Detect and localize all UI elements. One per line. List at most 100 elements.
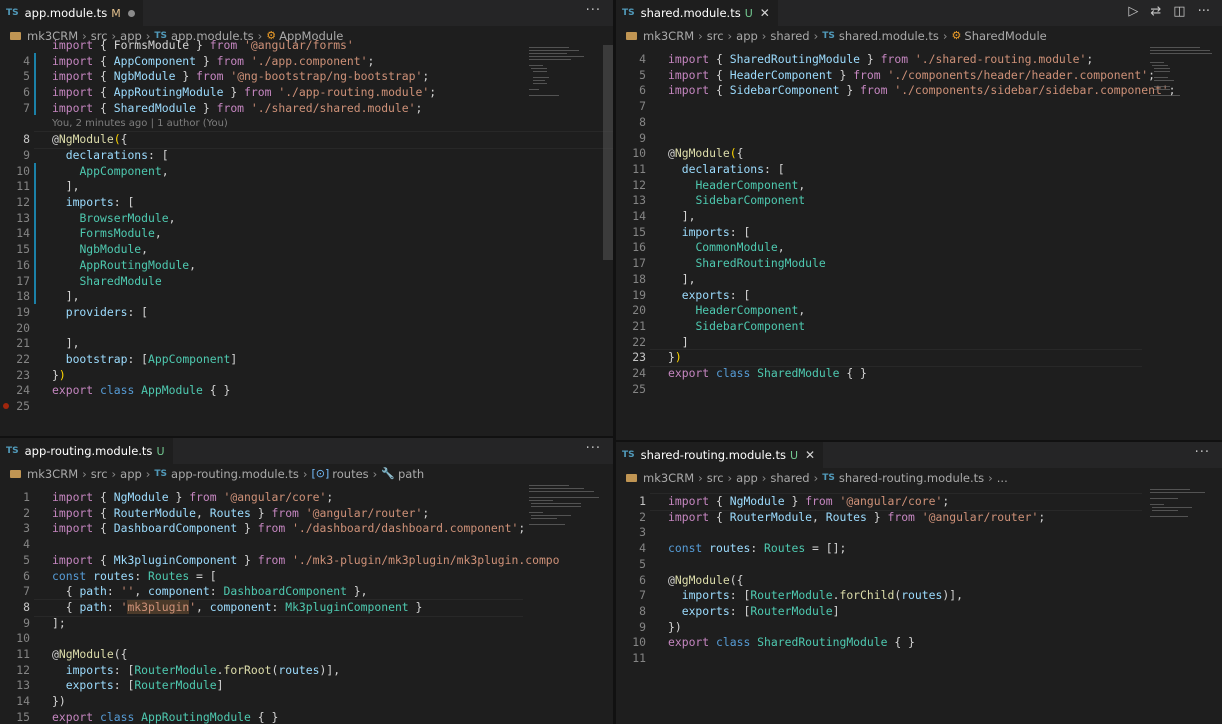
code-line[interactable]: 3 import { DashboardComponent } from './d… bbox=[0, 520, 525, 536]
code-line[interactable]: 25 bbox=[0, 398, 613, 414]
code-line[interactable]: 23}) bbox=[616, 349, 1142, 365]
line-number[interactable]: 11 bbox=[0, 646, 30, 662]
line-number[interactable]: 1 bbox=[0, 489, 30, 505]
unsaved-dot-icon[interactable] bbox=[127, 9, 135, 17]
code-editor[interactable]: 4 import { SharedRoutingModule } from './… bbox=[616, 45, 1175, 440]
tab-shared-routing-module[interactable]: TS shared-routing.module.ts U ✕ bbox=[616, 442, 824, 468]
line-number[interactable]: 11 bbox=[616, 650, 646, 666]
code-editor[interactable]: 1 import { NgModule } from '@angular/core… bbox=[0, 483, 559, 724]
code-line[interactable]: 11 @NgModule({ bbox=[0, 646, 523, 662]
code-line[interactable]: 20 bbox=[0, 320, 613, 336]
code-editor[interactable]: 1 import { NgModule } from '@angular/core… bbox=[616, 487, 1142, 724]
code-line[interactable]: 4 bbox=[0, 536, 523, 552]
code-line[interactable]: 4 const routes: Routes = []; bbox=[616, 540, 1142, 556]
line-number[interactable]: 23 bbox=[0, 367, 30, 383]
code-line[interactable]: 25 bbox=[616, 381, 1142, 397]
code-line[interactable]: 17 SharedModule bbox=[0, 273, 613, 289]
code-line[interactable]: 24 export class AppModule { } bbox=[0, 382, 613, 398]
line-number[interactable]: 6 bbox=[616, 82, 646, 98]
horizontal-splitter-left[interactable] bbox=[0, 436, 613, 438]
code-line[interactable]: 18 ], bbox=[616, 271, 1142, 287]
code-line[interactable]: 2 import { RouterModule, Routes } from '@… bbox=[616, 509, 1142, 525]
code-line[interactable]: 23}) bbox=[0, 367, 613, 383]
line-number[interactable]: 5 bbox=[616, 67, 646, 83]
line-number[interactable]: 19 bbox=[616, 287, 646, 303]
code-line[interactable]: 6 @NgModule({ bbox=[616, 572, 1142, 588]
code-line[interactable]: 13 SidebarComponent bbox=[616, 192, 1142, 208]
breadcrumb-item[interactable]: app bbox=[120, 467, 142, 481]
code-line[interactable]: 11 declarations: [ bbox=[616, 161, 1142, 177]
code-line[interactable]: 15 NgbModule, bbox=[0, 241, 613, 257]
line-number[interactable]: 12 bbox=[0, 662, 30, 678]
line-number[interactable]: 2 bbox=[0, 505, 30, 521]
code-line[interactable]: 21 SidebarComponent bbox=[616, 318, 1142, 334]
line-number[interactable]: 17 bbox=[0, 273, 30, 289]
code-line[interactable]: 14 FormsModule, bbox=[0, 225, 613, 241]
line-number[interactable]: 23 bbox=[616, 349, 646, 365]
breadcrumb-item[interactable]: src bbox=[91, 467, 108, 481]
vertical-splitter[interactable] bbox=[613, 0, 616, 724]
code-line[interactable]: 8 bbox=[616, 114, 1142, 130]
vertical-scrollbar[interactable] bbox=[603, 483, 613, 724]
line-number[interactable]: 12 bbox=[616, 177, 646, 193]
git-blame-annotation[interactable]: You, 2 minutes ago | 1 author (You) bbox=[52, 116, 228, 132]
code-line[interactable]: 7 { path: '', component: DashboardCompon… bbox=[0, 583, 523, 599]
line-number[interactable]: 11 bbox=[616, 161, 646, 177]
line-number[interactable]: 14 bbox=[0, 225, 30, 241]
breadcrumb-item[interactable]: path bbox=[398, 467, 424, 481]
vertical-scrollbar[interactable] bbox=[603, 45, 613, 436]
line-number[interactable]: 7 bbox=[616, 98, 646, 114]
line-number[interactable]: 7 bbox=[0, 583, 30, 599]
minimap[interactable] bbox=[525, 45, 601, 436]
code-line[interactable]: 11 bbox=[616, 650, 1142, 666]
line-number[interactable]: 5 bbox=[0, 552, 30, 568]
code-line[interactable]: 10 export class SharedRoutingModule { } bbox=[616, 634, 1142, 650]
code-line[interactable]: 9 declarations: [ bbox=[0, 147, 613, 163]
line-number[interactable]: 9 bbox=[0, 615, 30, 631]
line-number[interactable]: 19 bbox=[0, 304, 30, 320]
breadcrumb-item[interactable]: ... bbox=[997, 471, 1008, 485]
breadcrumb-item[interactable]: shared.module.ts bbox=[839, 29, 939, 43]
line-number[interactable]: 21 bbox=[0, 335, 30, 351]
code-line[interactable]: 12 imports: [RouterModule.forRoot(routes… bbox=[0, 662, 523, 678]
line-number[interactable]: 15 bbox=[616, 224, 646, 240]
line-number[interactable]: 4 bbox=[0, 536, 30, 552]
close-icon[interactable]: ✕ bbox=[805, 448, 815, 462]
line-number[interactable]: 8 bbox=[616, 114, 646, 130]
code-line[interactable]: 6 const routes: Routes = [ bbox=[0, 568, 523, 584]
code-line[interactable]: 13 BrowserModule, bbox=[0, 210, 613, 226]
code-line[interactable]: 8 @NgModule({ bbox=[0, 131, 613, 147]
line-number[interactable]: 10 bbox=[0, 163, 30, 179]
line-number[interactable]: 4 bbox=[0, 53, 30, 69]
code-line[interactable]: 3 bbox=[616, 524, 1142, 540]
code-line[interactable]: 4 import { SharedRoutingModule } from './… bbox=[616, 51, 1142, 67]
line-number[interactable]: 7 bbox=[616, 587, 646, 603]
git-change-indicator[interactable] bbox=[34, 52, 36, 116]
minimap[interactable] bbox=[1146, 487, 1222, 724]
code-line[interactable]: import { FormsModule } from '@angular/fo… bbox=[0, 37, 613, 53]
code-line[interactable]: 5 import { NgbModule } from '@ng-bootstra… bbox=[0, 68, 613, 84]
code-line[interactable]: 12 imports: [ bbox=[0, 194, 613, 210]
code-line[interactable]: You, 2 minutes ago | 1 author (You) bbox=[0, 116, 613, 132]
code-line[interactable]: 10 bbox=[0, 630, 523, 646]
code-line[interactable]: 12 HeaderComponent, bbox=[616, 177, 1142, 193]
git-change-indicator[interactable] bbox=[34, 162, 36, 304]
line-number[interactable]: 14 bbox=[0, 693, 30, 709]
line-number[interactable]: 5 bbox=[0, 68, 30, 84]
breadcrumb-item[interactable]: shared-routing.module.ts bbox=[839, 471, 984, 485]
breadcrumb-item[interactable]: mk3CRM bbox=[643, 471, 694, 485]
code-line[interactable]: 15 export class AppRoutingModule { } bbox=[0, 709, 523, 724]
line-number[interactable]: 8 bbox=[616, 603, 646, 619]
more-actions-button[interactable]: ··· bbox=[586, 441, 601, 456]
code-line[interactable]: 10 @NgModule({ bbox=[616, 145, 1142, 161]
code-line[interactable]: 13 exports: [RouterModule] bbox=[0, 677, 523, 693]
code-line[interactable]: 6 import { AppRoutingModule } from './app… bbox=[0, 84, 613, 100]
code-line[interactable]: 2 import { RouterModule, Routes } from '@… bbox=[0, 505, 523, 521]
code-line[interactable]: 20 HeaderComponent, bbox=[616, 302, 1142, 318]
line-number[interactable]: 16 bbox=[0, 257, 30, 273]
breadcrumb-item[interactable]: shared bbox=[770, 471, 809, 485]
minimap[interactable] bbox=[1146, 45, 1222, 440]
line-number[interactable]: 20 bbox=[0, 320, 30, 336]
code-line[interactable]: 15 imports: [ bbox=[616, 224, 1142, 240]
breadcrumb-item[interactable]: src bbox=[707, 29, 724, 43]
